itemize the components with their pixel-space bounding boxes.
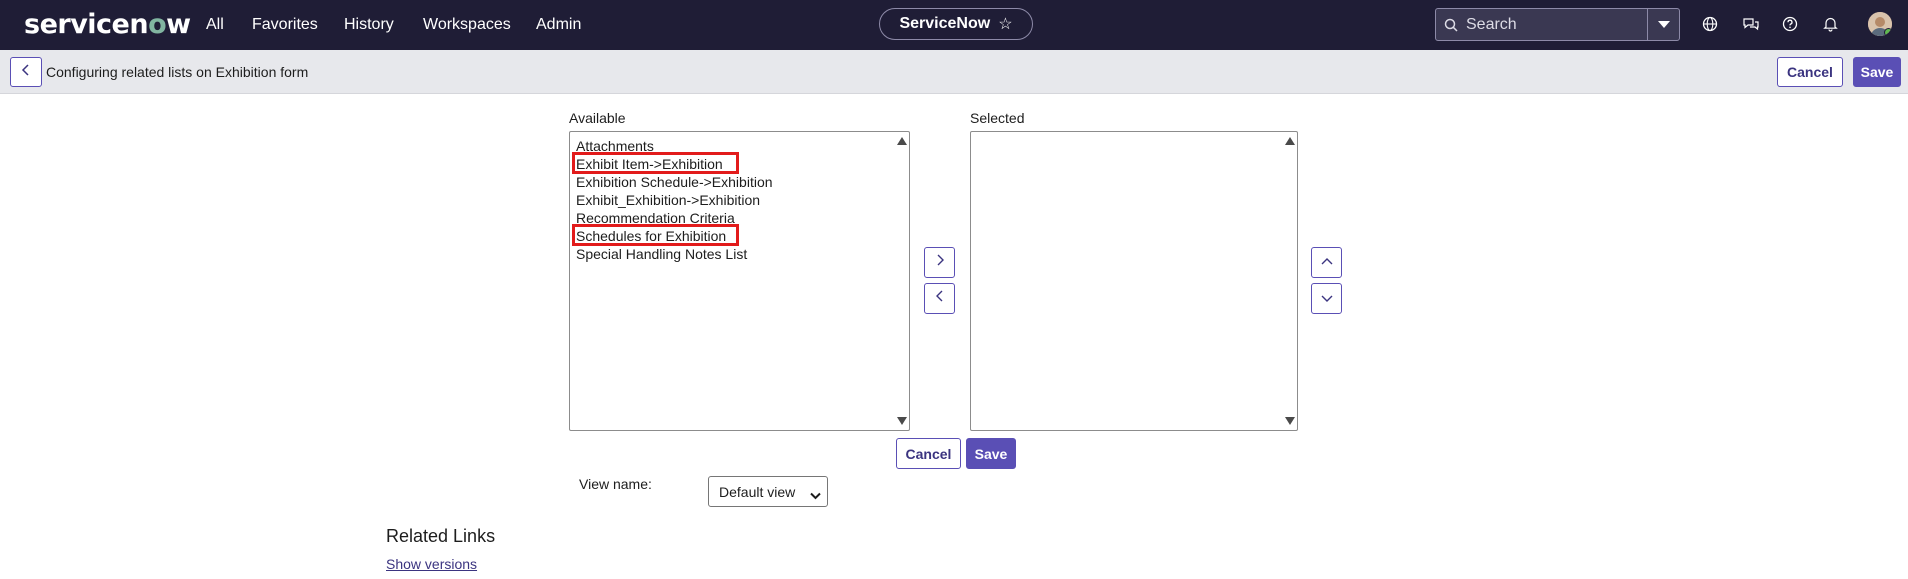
form-title: Configuring related lists on Exhibition … [46, 64, 309, 80]
global-search[interactable]: Search [1435, 8, 1680, 41]
add-to-selected-button[interactable] [924, 247, 955, 278]
nav-all[interactable]: All [206, 0, 224, 50]
highlight-box-exhibit-item [572, 152, 739, 174]
search-input[interactable]: Search [1466, 16, 1647, 34]
chevron-down-icon [810, 487, 821, 503]
help-icon[interactable] [1780, 14, 1800, 34]
app-name-pill[interactable]: ServiceNow ☆ [879, 8, 1033, 40]
remove-from-selected-button[interactable] [924, 283, 955, 314]
move-up-button[interactable] [1311, 247, 1342, 278]
available-option-special-handling-notes[interactable]: Special Handling Notes List [576, 245, 747, 263]
online-status-dot [1884, 28, 1892, 36]
search-icon [1436, 18, 1466, 32]
form-header: Configuring related lists on Exhibition … [0, 50, 1908, 94]
nav-history[interactable]: History [344, 0, 394, 50]
bell-icon[interactable] [1820, 14, 1840, 34]
selected-scrollbar[interactable] [1282, 132, 1297, 430]
scroll-up-arrow[interactable] [897, 137, 907, 145]
selected-label: Selected [970, 110, 1025, 126]
servicenow-logo[interactable]: servicenow [24, 9, 191, 40]
top-navigation-bar: servicenow All Favorites History Workspa… [0, 0, 1908, 50]
scroll-down-arrow[interactable] [1285, 417, 1295, 425]
chevron-up-icon [1320, 254, 1334, 272]
cancel-button[interactable]: Cancel [896, 438, 961, 469]
chevron-down-icon [1320, 290, 1334, 308]
nav-workspaces[interactable]: Workspaces [423, 0, 511, 50]
scroll-up-arrow[interactable] [1285, 137, 1295, 145]
save-button[interactable]: Save [966, 438, 1016, 469]
chat-icon[interactable] [1740, 14, 1760, 34]
chevron-left-icon [935, 289, 945, 308]
selected-list[interactable] [970, 131, 1298, 431]
nav-admin[interactable]: Admin [536, 0, 581, 50]
back-button[interactable] [10, 57, 42, 87]
move-down-button[interactable] [1311, 283, 1342, 314]
header-save-button[interactable]: Save [1853, 57, 1901, 87]
header-cancel-button[interactable]: Cancel [1777, 57, 1843, 87]
scroll-down-arrow[interactable] [897, 417, 907, 425]
highlight-box-schedules [572, 224, 739, 246]
star-icon[interactable]: ☆ [998, 14, 1012, 34]
available-option-exhibit-exhibition[interactable]: Exhibit_Exhibition->Exhibition [576, 191, 760, 209]
search-scope-dropdown[interactable] [1647, 9, 1679, 40]
view-name-label: View name: [579, 476, 652, 492]
available-label: Available [569, 110, 626, 126]
show-versions-link[interactable]: Show versions [386, 556, 477, 572]
app-name: ServiceNow [899, 15, 991, 32]
user-avatar[interactable] [1868, 12, 1892, 36]
view-name-value: Default view [719, 483, 796, 500]
nav-favorites[interactable]: Favorites [252, 0, 318, 50]
view-name-select[interactable]: Default view [708, 476, 828, 507]
available-option-exhibition-schedule[interactable]: Exhibition Schedule->Exhibition [576, 173, 773, 191]
available-list[interactable]: Attachments Exhibit Item->Exhibition Exh… [569, 131, 910, 431]
related-links-heading: Related Links [386, 526, 496, 546]
available-scrollbar[interactable] [894, 132, 909, 430]
globe-icon[interactable] [1700, 14, 1720, 34]
chevron-right-icon [935, 253, 945, 272]
chevron-left-icon [21, 63, 31, 82]
